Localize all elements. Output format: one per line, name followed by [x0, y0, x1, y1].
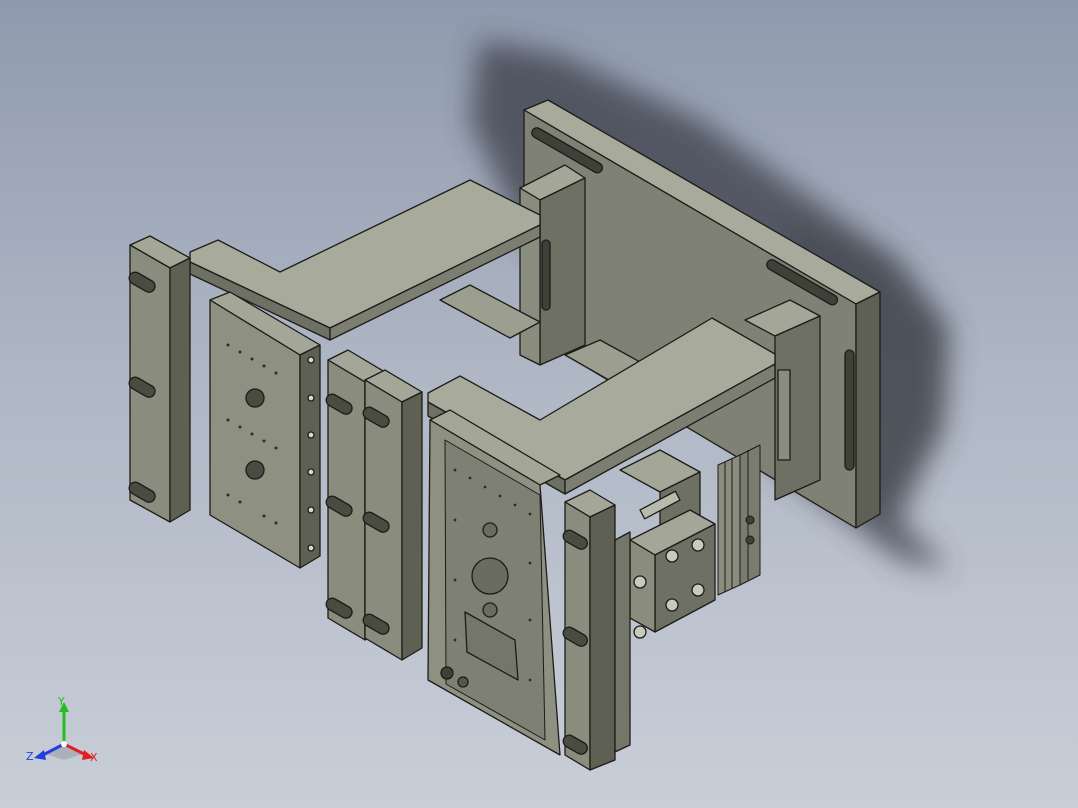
triad-y-label: Y: [58, 695, 65, 708]
cad-viewport[interactable]: Y X Z: [0, 0, 1078, 808]
ejector-block: [629, 509, 716, 639]
assembly-model[interactable]: [0, 0, 1078, 808]
rear-upright-block: [519, 164, 586, 366]
triad-z-label: Z: [26, 750, 34, 763]
left-end-rail: [128, 235, 191, 523]
middle-rail-2: [362, 369, 423, 661]
left-cavity-plate: [209, 291, 321, 569]
front-right-rail: [562, 489, 631, 771]
stacked-plates: [717, 444, 761, 596]
triad-x-label: X: [90, 751, 98, 764]
coordinate-triad: Y X Z: [24, 694, 104, 774]
